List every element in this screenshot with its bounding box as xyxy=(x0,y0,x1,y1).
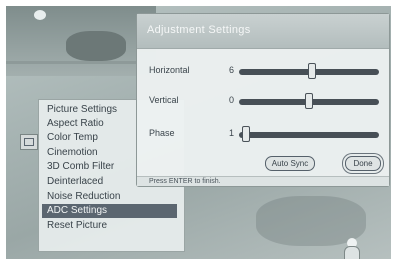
person-figure xyxy=(342,238,362,259)
phase-slider[interactable] xyxy=(239,126,379,142)
vertical-label: Vertical xyxy=(149,95,179,105)
phase-value: 1 xyxy=(229,128,235,138)
menu-item-adc-settings[interactable]: ADC Settings xyxy=(42,204,177,218)
background-shadow xyxy=(66,31,126,61)
adjustment-settings-dialog: Adjustment Settings Horizontal 6 Vertica… xyxy=(136,13,390,187)
horizontal-value: 6 xyxy=(229,65,235,75)
menu-item-reset-picture[interactable]: Reset Picture xyxy=(47,219,179,233)
dialog-header: Adjustment Settings xyxy=(137,14,389,49)
vertical-value: 0 xyxy=(229,95,235,105)
status-hint: Press ENTER to finish. xyxy=(137,176,389,186)
phase-label: Phase xyxy=(149,128,175,138)
vertical-slider-thumb[interactable] xyxy=(305,93,313,109)
background-stripe xyxy=(6,61,136,64)
menu-item-noise-reduction[interactable]: Noise Reduction xyxy=(47,190,179,204)
vertical-slider[interactable] xyxy=(239,93,379,109)
auto-sync-button[interactable]: Auto Sync xyxy=(265,156,315,171)
done-button[interactable]: Done xyxy=(345,156,381,171)
background-highlight xyxy=(34,10,46,20)
dialog-title: Adjustment Settings xyxy=(147,24,251,36)
tv-screen: Picture Settings Aspect Ratio Color Temp… xyxy=(6,6,391,259)
horizontal-slider[interactable] xyxy=(239,63,379,79)
horizontal-label: Horizontal xyxy=(149,65,190,75)
input-source-icon xyxy=(20,134,38,150)
horizontal-slider-thumb[interactable] xyxy=(308,63,316,79)
phase-slider-thumb[interactable] xyxy=(242,126,250,142)
